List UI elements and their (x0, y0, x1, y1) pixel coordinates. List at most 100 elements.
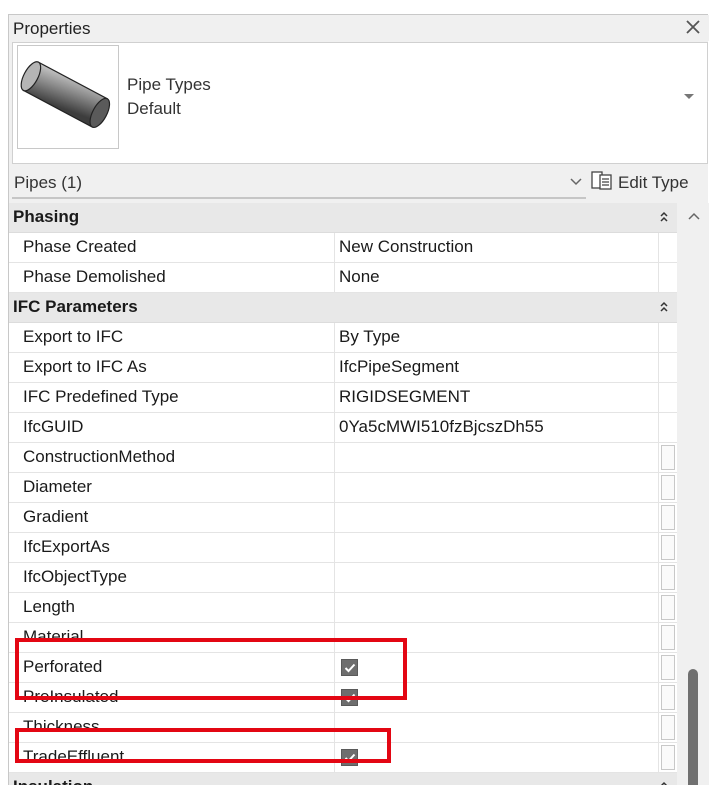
property-value[interactable]: By Type (334, 323, 658, 353)
property-row[interactable]: Diameter (9, 473, 677, 503)
property-name: Export to IFC (23, 327, 124, 346)
collapse-icon[interactable] (655, 297, 673, 317)
param-edit-button[interactable] (661, 745, 675, 770)
property-value[interactable]: 0Ya5cMWI510fzBjcszDh55 (334, 413, 658, 443)
property-edit-cell (658, 233, 677, 263)
property-value[interactable]: New Construction (334, 233, 658, 263)
properties-palette: Properties Pipe Types Default Pipes (1) … (8, 14, 709, 785)
param-edit-button[interactable] (661, 715, 675, 740)
property-row[interactable]: PreInsulated (9, 683, 677, 713)
property-row[interactable]: Phase Demolished None (9, 263, 677, 293)
property-edit-cell (658, 593, 677, 623)
param-edit-button[interactable] (661, 445, 675, 470)
property-row[interactable]: Material (9, 623, 677, 653)
property-value[interactable] (334, 623, 658, 653)
property-value (334, 683, 658, 713)
property-value-text: By Type (339, 327, 401, 346)
property-name: Export to IFC As (23, 357, 147, 376)
property-row[interactable]: Perforated (9, 653, 677, 683)
property-row[interactable]: ConstructionMethod (9, 443, 677, 473)
property-name: ConstructionMethod (23, 447, 176, 466)
perforated-checkbox[interactable] (341, 659, 358, 676)
property-edit-cell (658, 713, 677, 743)
property-row[interactable]: IfcExportAs (9, 533, 677, 563)
property-name: Length (23, 597, 75, 616)
property-name: Phase Demolished (23, 267, 166, 286)
property-edit-cell (658, 503, 677, 533)
property-row[interactable]: Phase Created New Construction (9, 233, 677, 263)
collapse-icon[interactable] (655, 207, 673, 227)
vertical-scrollbar[interactable] (677, 203, 709, 785)
collapse-icon[interactable] (655, 777, 673, 785)
property-value-text: None (339, 267, 380, 286)
property-value-text: New Construction (339, 237, 474, 256)
group-header-ifc-parameters[interactable]: IFC Parameters (9, 293, 677, 323)
property-row[interactable]: IfcGUID 0Ya5cMWI510fzBjcszDh55 (9, 413, 677, 443)
edit-type-button[interactable]: Edit Type (591, 169, 689, 197)
filter-row: Pipes (1) Edit Type (9, 165, 709, 201)
preinsulated-checkbox[interactable] (341, 689, 358, 706)
element-filter-dropdown[interactable]: Pipes (1) (12, 167, 586, 199)
property-row[interactable]: TradeEffluent (9, 743, 677, 773)
property-value[interactable]: RIGIDSEGMENT (334, 383, 658, 413)
chevron-up-icon[interactable] (685, 207, 703, 225)
property-value[interactable] (334, 503, 658, 533)
property-edit-cell (658, 473, 677, 503)
tradeeffluent-checkbox[interactable] (341, 749, 358, 766)
group-header-insulation[interactable]: Insulation (9, 773, 677, 785)
param-edit-button[interactable] (661, 595, 675, 620)
property-value-text: RIGIDSEGMENT (339, 387, 471, 406)
property-value[interactable] (334, 443, 658, 473)
property-name: IfcObjectType (23, 567, 127, 586)
scrollbar-thumb[interactable] (688, 669, 698, 785)
param-edit-button[interactable] (661, 505, 675, 530)
property-value[interactable]: None (334, 263, 658, 293)
property-value-text: IfcPipeSegment (339, 357, 460, 376)
property-edit-cell (658, 263, 677, 293)
property-name: Perforated (23, 657, 103, 676)
property-edit-cell (658, 383, 677, 413)
property-value[interactable] (334, 473, 658, 503)
property-edit-cell (658, 623, 677, 653)
property-row[interactable]: Export to IFC As IfcPipeSegment (9, 353, 677, 383)
property-value (334, 653, 658, 683)
property-value[interactable] (334, 713, 658, 743)
property-edit-cell (658, 563, 677, 593)
property-row[interactable]: Length (9, 593, 677, 623)
group-header-phasing[interactable]: Phasing (9, 203, 677, 233)
property-edit-cell (658, 443, 677, 473)
property-row[interactable]: Gradient (9, 503, 677, 533)
property-edit-cell (658, 533, 677, 563)
chevron-down-icon[interactable] (679, 87, 699, 107)
property-row[interactable]: Thickness (9, 713, 677, 743)
property-value[interactable]: IfcPipeSegment (334, 353, 658, 383)
param-edit-button[interactable] (661, 475, 675, 500)
palette-title: Properties (13, 19, 91, 38)
param-edit-button[interactable] (661, 535, 675, 560)
property-row[interactable]: Export to IFC By Type (9, 323, 677, 353)
property-value[interactable] (334, 533, 658, 563)
type-selector[interactable]: Pipe Types Default (12, 42, 708, 164)
property-name: IFC Predefined Type (23, 387, 179, 406)
param-edit-button[interactable] (661, 565, 675, 590)
chevron-down-icon[interactable] (566, 171, 586, 193)
group-name: Phasing (13, 207, 80, 226)
group-name: IFC Parameters (13, 297, 138, 316)
property-edit-cell (658, 683, 677, 713)
param-edit-button[interactable] (661, 685, 675, 710)
property-value[interactable] (334, 563, 658, 593)
pipe-cylinder-icon (17, 45, 119, 149)
property-name: IfcGUID (23, 417, 84, 436)
property-edit-cell (658, 353, 677, 383)
param-edit-button[interactable] (661, 655, 675, 680)
property-name: TradeEffluent (23, 747, 125, 766)
param-edit-button[interactable] (661, 625, 675, 650)
property-row[interactable]: IFC Predefined Type RIGIDSEGMENT (9, 383, 677, 413)
property-value[interactable] (334, 593, 658, 623)
close-icon[interactable] (681, 15, 705, 39)
property-edit-cell (658, 653, 677, 683)
property-name: Gradient (23, 507, 89, 526)
property-name: IfcExportAs (23, 537, 110, 556)
property-value-text: 0Ya5cMWI510fzBjcszDh55 (339, 417, 544, 436)
property-row[interactable]: IfcObjectType (9, 563, 677, 593)
